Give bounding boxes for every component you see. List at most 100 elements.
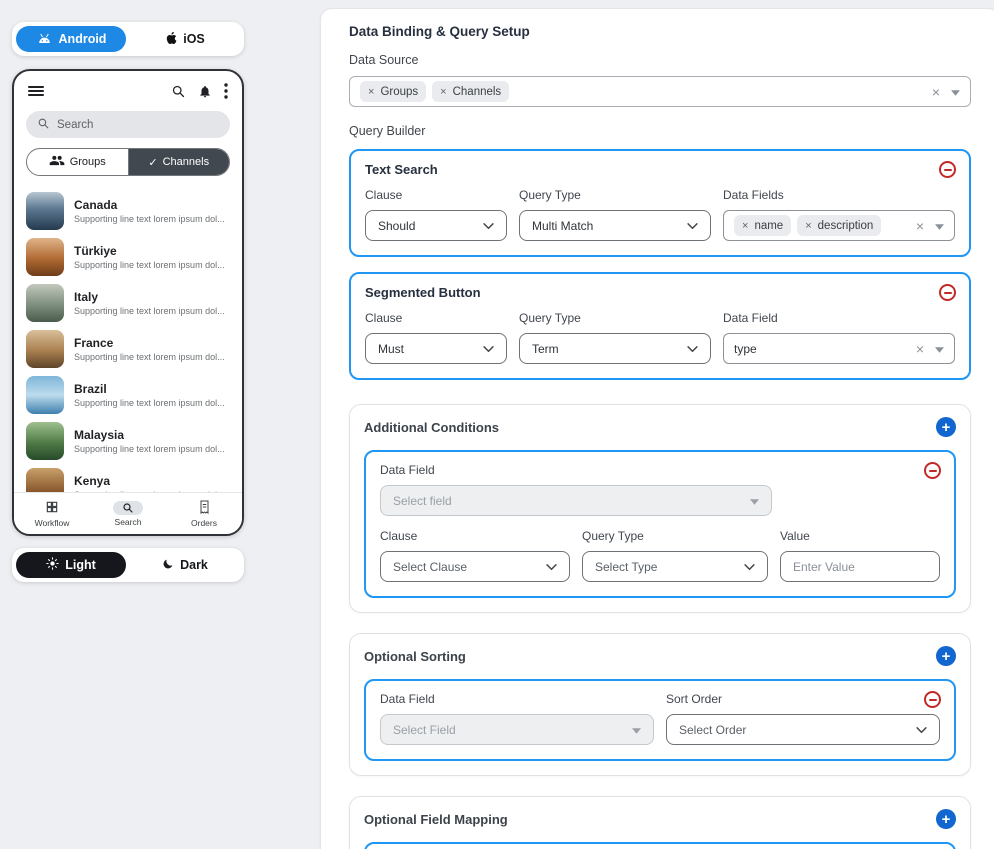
list-item-thumbnail [26, 376, 64, 414]
search-placeholder: Search [57, 119, 93, 131]
query-type-select[interactable]: Select Type [582, 551, 768, 582]
grid-icon [45, 500, 59, 516]
country-list: Canada Supporting line text lorem ipsum … [14, 184, 242, 492]
clause-label: Clause [365, 311, 507, 325]
remove-card-button[interactable] [939, 161, 956, 178]
sort-field-select[interactable]: Select Field [380, 714, 654, 745]
card-title: Text Search [365, 162, 955, 177]
search-icon[interactable] [171, 84, 186, 99]
card-title: Segmented Button [365, 285, 955, 300]
list-item-text: Brazil Supporting line text lorem ipsum … [74, 382, 225, 408]
list-item-subtitle: Supporting line text lorem ipsum dol... [74, 444, 225, 454]
segment-channels-label: Channels [163, 156, 209, 168]
list-item-subtitle: Supporting line text lorem ipsum dol... [74, 352, 225, 362]
ios-toggle-button[interactable]: iOS [130, 26, 240, 52]
receipt-icon [198, 500, 211, 516]
nav-label-orders: Orders [191, 518, 217, 528]
add-condition-button[interactable]: + [936, 417, 956, 437]
segment-groups-label: Groups [70, 156, 106, 168]
remove-sort-button[interactable] [924, 691, 941, 708]
clause-label: Clause [365, 188, 507, 202]
select-value: Must [378, 342, 404, 356]
sort-order-label: Sort Order [666, 692, 940, 706]
clear-icon[interactable]: × [932, 85, 940, 99]
notifications-icon[interactable] [198, 84, 212, 99]
query-type-label: Query Type [582, 529, 768, 543]
list-item-title: Brazil [74, 382, 225, 396]
nav-item-orders[interactable]: Orders [166, 493, 242, 534]
chevron-down-icon [687, 342, 698, 356]
list-item-title: Canada [74, 198, 225, 212]
list-item[interactable]: Türkiye Supporting line text lorem ipsum… [22, 234, 234, 280]
caret-down-icon [632, 723, 641, 737]
panel-title: Data Binding & Query Setup [349, 24, 971, 39]
add-sort-button[interactable]: + [936, 646, 956, 666]
chip: × Groups [360, 81, 426, 102]
sun-icon [46, 557, 59, 573]
android-toggle-button[interactable]: Android [16, 26, 126, 52]
query-setup-panel: Data Binding & Query Setup Data Source ×… [320, 8, 994, 849]
add-mapping-button[interactable]: + [936, 809, 956, 829]
sort-order-select[interactable]: Select Order [666, 714, 940, 745]
select-value: Should [378, 219, 415, 233]
chip-label: Channels [453, 86, 502, 98]
nav-item-search[interactable]: Search [90, 493, 166, 534]
value-label: Value [780, 529, 940, 543]
segment-channels[interactable]: ✓ Channels [129, 149, 230, 175]
caret-down-icon [750, 494, 759, 508]
value-input[interactable] [780, 551, 940, 582]
caret-down-icon [951, 83, 960, 101]
chip-remove-icon[interactable]: × [742, 220, 748, 232]
search-icon [113, 501, 143, 515]
list-item-thumbnail [26, 238, 64, 276]
chip-remove-icon[interactable]: × [805, 220, 811, 232]
query-type-select[interactable]: Term [519, 333, 711, 364]
menu-icon[interactable] [28, 85, 44, 97]
segmented-button-card: Segmented Button Clause Must Query Type … [349, 272, 971, 380]
list-item[interactable]: Malaysia Supporting line text lorem ipsu… [22, 418, 234, 464]
segment-groups[interactable]: Groups [27, 149, 129, 175]
phone-preview: Search Groups ✓ Channels Canada Supporti… [12, 69, 244, 536]
list-item[interactable]: Canada Supporting line text lorem ipsum … [22, 188, 234, 234]
list-item-text: Malaysia Supporting line text lorem ipsu… [74, 428, 225, 454]
chip-remove-icon[interactable]: × [440, 86, 446, 98]
list-item-thumbnail [26, 422, 64, 460]
remove-condition-button[interactable] [924, 462, 941, 479]
select-placeholder: Select Clause [393, 560, 467, 574]
query-type-label: Query Type [519, 188, 711, 202]
light-theme-button[interactable]: Light [16, 552, 126, 578]
list-item[interactable]: Kenya Supporting line text lorem ipsum d… [22, 464, 234, 492]
clause-select[interactable]: Should [365, 210, 507, 241]
clause-label: Clause [380, 529, 570, 543]
chip-remove-icon[interactable]: × [368, 86, 374, 98]
list-item[interactable]: Brazil Supporting line text lorem ipsum … [22, 372, 234, 418]
dark-theme-button[interactable]: Dark [130, 552, 240, 578]
data-source-multiselect[interactable]: × Groups × Channels × [349, 76, 971, 107]
list-item[interactable]: France Supporting line text lorem ipsum … [22, 326, 234, 372]
list-item-title: France [74, 336, 225, 350]
list-item-text: France Supporting line text lorem ipsum … [74, 336, 225, 362]
query-type-select[interactable]: Multi Match [519, 210, 711, 241]
list-item[interactable]: Italy Supporting line text lorem ipsum d… [22, 280, 234, 326]
data-field-select[interactable]: Select field [380, 485, 772, 516]
remove-card-button[interactable] [939, 284, 956, 301]
mapping-card: Field Select Field [364, 842, 956, 849]
kebab-menu-icon[interactable] [224, 83, 228, 99]
multiselect-controls: × [916, 217, 944, 235]
clause-select[interactable]: Select Clause [380, 551, 570, 582]
chevron-down-icon [687, 219, 698, 233]
chip: × Channels [432, 81, 509, 102]
section-title: Additional Conditions [364, 420, 499, 435]
nav-item-workflow[interactable]: Workflow [14, 493, 90, 534]
list-item-subtitle: Supporting line text lorem ipsum dol... [74, 398, 225, 408]
search-input[interactable]: Search [26, 111, 230, 138]
clause-select[interactable]: Must [365, 333, 507, 364]
data-fields-multiselect[interactable]: × name × description × [723, 210, 955, 241]
data-field-select[interactable]: type × [723, 333, 955, 364]
select-value: Multi Match [532, 219, 593, 233]
data-field-label: Data Field [380, 692, 654, 706]
list-item-subtitle: Supporting line text lorem ipsum dol... [74, 214, 225, 224]
clear-icon[interactable]: × [916, 219, 924, 233]
clear-icon[interactable]: × [916, 342, 924, 356]
chevron-down-icon [483, 219, 494, 233]
